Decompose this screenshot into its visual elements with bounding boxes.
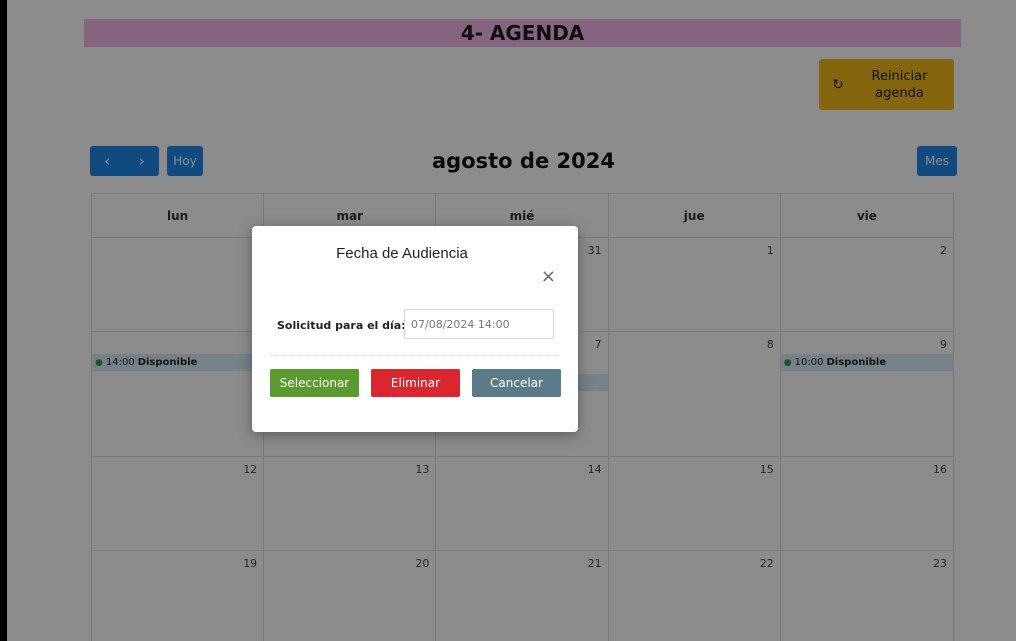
- request-date-field[interactable]: 07/08/2024 14:00: [404, 309, 554, 339]
- request-date-label: Solicitud para el día:: [277, 319, 406, 332]
- select-button[interactable]: Seleccionar: [270, 369, 359, 397]
- date-modal: Fecha de Audiencia × Solicitud para el d…: [252, 226, 578, 432]
- delete-button[interactable]: Eliminar: [371, 369, 460, 397]
- cancel-button[interactable]: Cancelar: [472, 369, 561, 397]
- app-frame: 4- AGENDA ↻ Reiniciar agenda ‹ › Hoy ago…: [5, 0, 1016, 641]
- modal-title: Fecha de Audiencia: [336, 245, 468, 262]
- close-icon[interactable]: ×: [541, 266, 556, 287]
- modal-divider: [270, 355, 560, 356]
